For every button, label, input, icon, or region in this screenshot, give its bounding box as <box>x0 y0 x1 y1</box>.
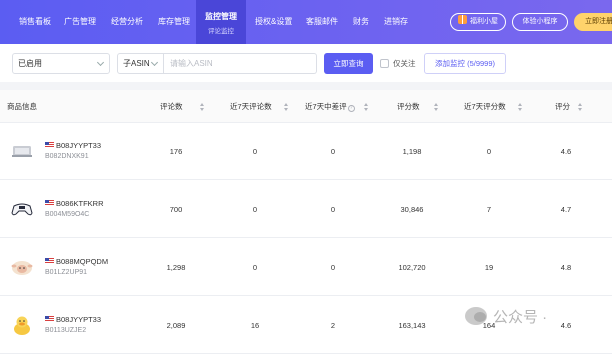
table-row[interactable]: B08JYYPT33 B082DNXK91 176 0 0 1,198 0 4.… <box>0 123 612 180</box>
asin: B08JYYPT33 <box>45 315 101 324</box>
score: 4.7 <box>560 205 572 214</box>
rating-count: 30,846 <box>400 205 424 214</box>
add-monitor-button[interactable]: 添加监控 (5/9999) <box>424 53 506 74</box>
nav-ad-management[interactable]: 广告管理 <box>64 0 96 44</box>
review-count: 700 <box>169 205 183 214</box>
query-button[interactable]: 立即查询 <box>324 53 373 74</box>
chevron-down-icon <box>150 58 159 67</box>
wechat-icon <box>465 307 487 325</box>
us-flag-icon <box>45 258 54 264</box>
parent-asin: B082DNXK91 <box>45 153 89 160</box>
us-flag-icon <box>45 316 54 322</box>
sort-icon[interactable] <box>518 103 523 111</box>
nav-monitoring[interactable]: 监控管理 评论监控 <box>196 0 246 44</box>
top-navigation-bar: 销售看板 广告管理 经营分析 库存管理 监控管理 评论监控 授权&设置 客服邮件… <box>0 0 612 44</box>
reviews-7d: 16 <box>250 321 260 330</box>
table-row[interactable]: B088MQPQDM B01LZ2UP91 1,298 0 0 102,720 … <box>0 239 612 296</box>
welfare-button[interactable]: 福利小屋 <box>450 13 506 31</box>
asin: B08JYYPT33 <box>45 141 101 150</box>
col-score[interactable]: 评分 <box>555 90 570 123</box>
table-row[interactable]: B086KTFKRR B004M59O4C 700 0 0 30,846 7 4… <box>0 181 612 238</box>
register-button[interactable]: 立即注册 <box>574 13 612 31</box>
nav-inventory[interactable]: 库存管理 <box>158 0 190 44</box>
review-count: 176 <box>169 147 183 156</box>
nav-business-analysis[interactable]: 经营分析 <box>111 0 143 44</box>
asin: B088MQPQDM <box>45 257 108 266</box>
asin: B086KTFKRR <box>45 199 104 208</box>
review-count: 1,298 <box>166 263 186 272</box>
chevron-down-icon <box>96 58 105 67</box>
ratings-7d: 0 <box>486 147 492 156</box>
score: 4.6 <box>560 147 572 156</box>
gamepad-icon <box>11 203 33 216</box>
ratings-7d: 19 <box>484 263 494 272</box>
rating-count: 102,720 <box>398 263 426 272</box>
only-follow-label: 仅关注 <box>393 59 416 68</box>
miniapp-button[interactable]: 体验小程序 <box>512 13 568 31</box>
col-ratings-7d[interactable]: 近7天评分数 <box>464 90 506 123</box>
reviews-7d: 0 <box>252 205 258 214</box>
plush-sheep-icon <box>11 261 33 275</box>
rating-count: 163,143 <box>398 321 426 330</box>
nav-sales-dashboard[interactable]: 销售看板 <box>19 0 51 44</box>
nav-finance[interactable]: 财务 <box>353 0 369 44</box>
nav-monitoring-sub: 评论监控 <box>208 28 234 35</box>
col-product-info: 商品信息 <box>7 102 37 111</box>
filter-bar: 已启用 子ASIN 请输入ASIN 立即查询 仅关注 添加监控 (5/9999) <box>0 44 612 82</box>
asin-search-input[interactable]: 请输入ASIN <box>164 53 317 74</box>
only-follow-checkbox[interactable] <box>380 59 389 68</box>
status-select-value: 已启用 <box>18 59 42 68</box>
plush-duck-icon <box>14 316 30 335</box>
parent-asin: B004M59O4C <box>45 211 90 218</box>
score: 4.6 <box>560 321 572 330</box>
us-flag-icon <box>45 200 54 206</box>
sort-icon[interactable] <box>200 103 205 111</box>
nav-purchase-sales-stock[interactable]: 进销存 <box>384 0 408 44</box>
reviews-7d: 0 <box>252 263 258 272</box>
asin-type-select[interactable]: 子ASIN <box>117 53 164 74</box>
nav-customer-mail[interactable]: 客服邮件 <box>306 0 338 44</box>
review-count: 2,089 <box>166 321 186 330</box>
welfare-label: 福利小屋 <box>470 18 498 25</box>
sort-icon[interactable] <box>578 103 583 111</box>
sort-icon[interactable] <box>284 103 289 111</box>
col-rating-count[interactable]: 评分数 <box>397 90 420 123</box>
col-negative-7d[interactable]: 近7天中差评? <box>305 90 355 123</box>
parent-asin: B01LZ2UP91 <box>45 269 88 276</box>
help-icon[interactable]: ? <box>347 105 355 112</box>
reviews-7d: 0 <box>252 147 258 156</box>
table-header: 商品信息 评论数 近7天评论数 近7天中差评? 评分数 近7天评分数 评分 <box>0 90 612 123</box>
device-icon <box>12 146 32 157</box>
negative-7d: 2 <box>330 321 336 330</box>
us-flag-icon <box>45 142 54 148</box>
watermark: 公众号 · <box>465 306 547 330</box>
parent-asin: B0113UZJE2 <box>45 327 87 334</box>
status-select[interactable]: 已启用 <box>12 53 110 74</box>
negative-7d: 0 <box>330 205 336 214</box>
rating-count: 1,198 <box>402 147 422 156</box>
sort-icon[interactable] <box>434 103 439 111</box>
col-reviews-7d[interactable]: 近7天评论数 <box>230 90 272 123</box>
sort-icon[interactable] <box>364 103 369 111</box>
ratings-7d: 7 <box>486 205 492 214</box>
gift-icon <box>458 15 467 24</box>
col-negative-7d-label: 近7天中差评 <box>305 102 347 111</box>
negative-7d: 0 <box>330 147 336 156</box>
negative-7d: 0 <box>330 263 336 272</box>
nav-auth-settings[interactable]: 授权&设置 <box>255 0 292 44</box>
nav-monitoring-label: 监控管理 <box>205 12 237 21</box>
score: 4.8 <box>560 263 572 272</box>
asin-type-value: 子ASIN <box>123 59 150 68</box>
col-review-count[interactable]: 评论数 <box>160 90 183 123</box>
